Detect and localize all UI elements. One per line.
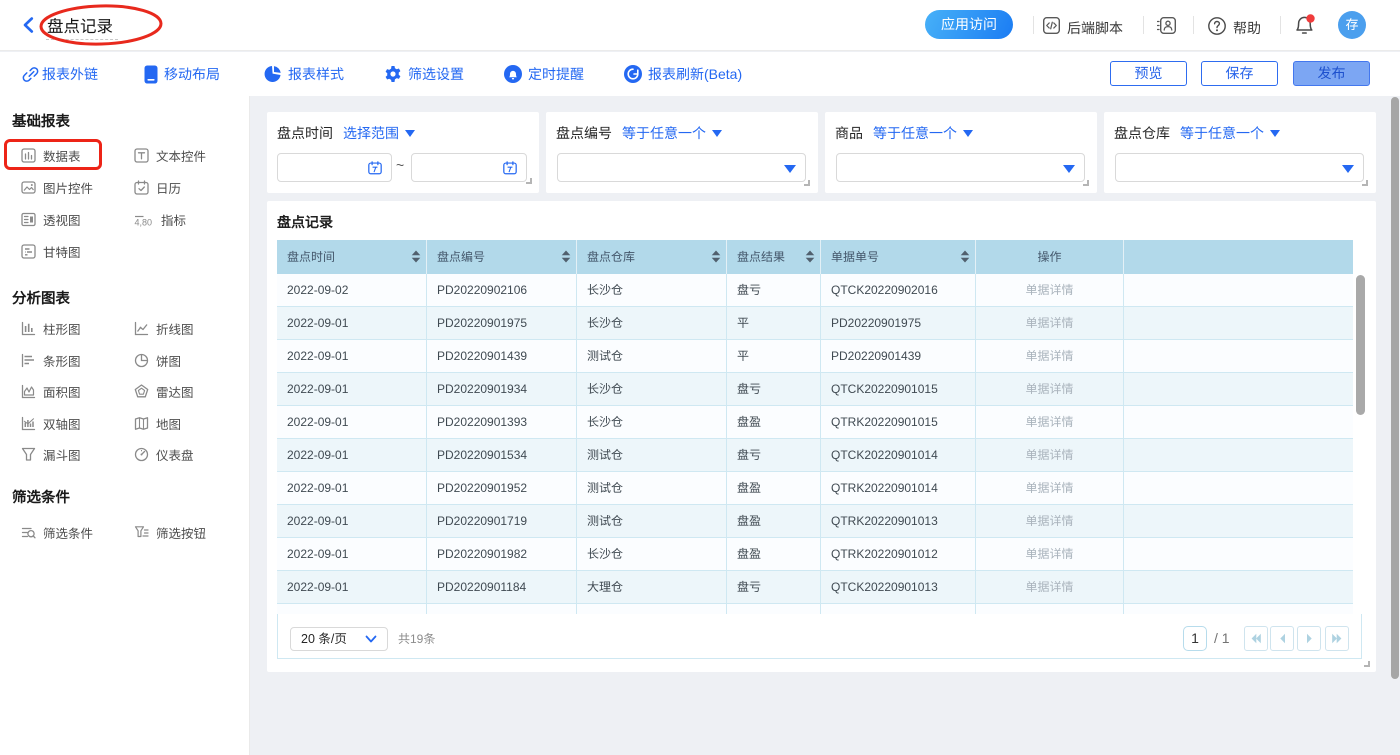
svg-text:4,80: 4,80 <box>135 218 153 228</box>
